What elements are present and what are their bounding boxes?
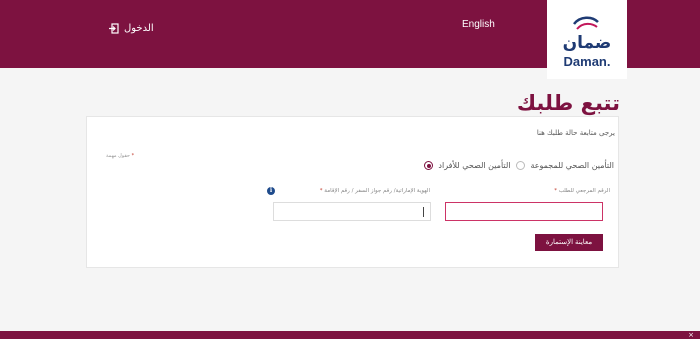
footer-bar: × [0,331,700,339]
reference-number-input[interactable] [445,202,603,221]
id-number-label: الهوية الإماراتية/ رقم جواز السفر / رقم … [320,188,430,194]
info-icon[interactable]: i [267,187,275,195]
logo-arabic-text: ضمان [562,33,612,53]
radio-group-label: التأمين الصحي للمجموعة [530,161,614,170]
preview-form-button[interactable]: معاينة الإستمارة [535,234,603,251]
id-label-text: الهوية الإماراتية/ رقم جواز السفر / رقم … [324,188,430,194]
required-fields-note: * حقول مهمة [106,153,134,159]
close-icon[interactable]: × [688,331,694,339]
login-label: الدخول [124,23,154,34]
radio-individual-label: التأمين الصحي للأفراد [438,161,511,170]
language-switch-link[interactable]: English [462,19,495,30]
id-number-input[interactable] [273,202,431,221]
login-link[interactable]: الدخول [108,23,154,34]
login-icon [108,23,119,34]
reference-label-text: الرقم المرجعي للطلب [558,188,610,194]
page-title: تتبع طلبك [516,91,620,115]
radio-individual[interactable] [424,161,434,170]
logo-latin-text: Daman. [563,54,611,69]
form-subtitle: يرجى متابعة حالة طلبك هنا [536,129,615,137]
required-note-text: حقول مهمة [106,153,130,159]
reference-required-star: * [554,188,557,194]
reference-number-label: الرقم المرجعي للطلب * [554,188,610,194]
insurance-type-radio-group: التأمين الصحي للأفراد التأمين الصحي للمج… [424,161,614,170]
radio-group[interactable] [516,161,526,170]
radio-individual-option[interactable]: التأمين الصحي للأفراد [424,161,510,170]
text-cursor [423,207,424,217]
id-required-star: * [319,188,323,194]
required-star: * [131,153,135,159]
radio-group-option[interactable]: التأمين الصحي للمجموعة [516,161,614,170]
